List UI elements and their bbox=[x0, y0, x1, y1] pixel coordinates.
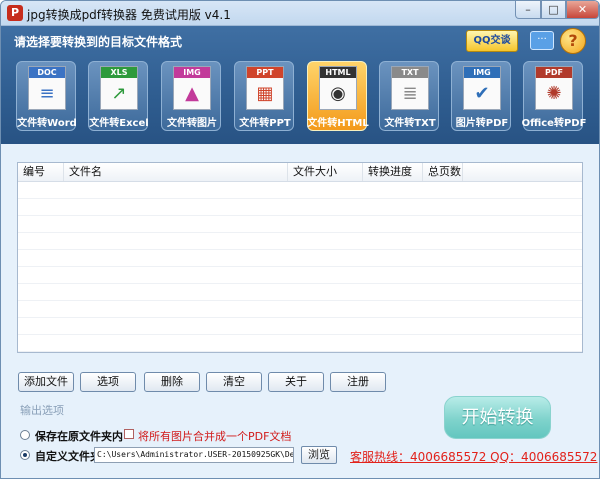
format-document: TXT ≣ bbox=[391, 66, 429, 110]
clear-button[interactable]: 清空 bbox=[206, 372, 262, 392]
table-row-divider bbox=[18, 351, 582, 352]
about-button[interactable]: 关于 bbox=[268, 372, 324, 392]
options-button[interactable]: 选项 bbox=[80, 372, 136, 392]
column-header-index[interactable]: 编号 bbox=[18, 163, 64, 181]
format-tag: TXT bbox=[392, 67, 428, 78]
table-row-divider bbox=[18, 232, 582, 233]
format-label: 文件转Excel bbox=[89, 118, 149, 129]
globe-icon: ◉ bbox=[330, 83, 346, 104]
format-document: PPT ▦ bbox=[246, 66, 284, 110]
merge-pdf-label[interactable]: 将所有图片合并成一个PDF文档 bbox=[138, 428, 291, 444]
ppt-slide-icon: ▦ bbox=[256, 83, 274, 104]
format-button-3[interactable]: PPT ▦ 文件转PPT bbox=[234, 61, 294, 131]
format-button-7[interactable]: PDF ✺ Office转PDF bbox=[522, 61, 586, 131]
file-table[interactable]: 编号 文件名 文件大小 转换进度 总页数 bbox=[17, 162, 583, 353]
format-button-1[interactable]: XLS ↗ 文件转Excel bbox=[88, 61, 149, 131]
output-path-input[interactable]: C:\Users\Administrator.USER-20150925GK\D… bbox=[94, 447, 294, 463]
format-tag: XLS bbox=[101, 67, 137, 78]
excel-chart-icon: ↗ bbox=[111, 83, 127, 104]
format-document: IMG ▲ bbox=[173, 66, 211, 110]
format-label: 文件转Word bbox=[17, 118, 77, 129]
start-convert-button[interactable]: 开始转换 bbox=[444, 396, 551, 439]
pdf-acrobat-icon: ✺ bbox=[546, 83, 562, 104]
format-tag: PDF bbox=[536, 67, 572, 78]
image-check-icon: ✔ bbox=[474, 83, 490, 104]
word-doc-icon: ≡ bbox=[39, 83, 55, 104]
custom-folder-radio[interactable] bbox=[20, 450, 30, 460]
format-button-5[interactable]: TXT ≣ 文件转TXT bbox=[379, 61, 439, 131]
table-row-divider bbox=[18, 334, 582, 335]
browse-button[interactable]: 浏览 bbox=[301, 446, 337, 464]
close-button[interactable]: ✕ bbox=[566, 1, 599, 19]
delete-button[interactable]: 删除 bbox=[144, 372, 200, 392]
table-row-divider bbox=[18, 317, 582, 318]
format-header-panel: 请选择要转换到的目标文件格式 QQ交谈 ··· ? DOC ≡ 文件转Word XLS… bbox=[1, 26, 599, 144]
text-doc-icon: ≣ bbox=[402, 83, 418, 104]
header-title: 请选择要转换到的目标文件格式 bbox=[14, 35, 183, 49]
custom-folder-label[interactable]: 自定义文件夹 bbox=[35, 448, 101, 464]
format-document: DOC ≡ bbox=[28, 66, 66, 110]
minimize-button[interactable]: – bbox=[515, 1, 541, 19]
maximize-button[interactable]: □ bbox=[541, 1, 566, 19]
column-header-filesize[interactable]: 文件大小 bbox=[288, 163, 363, 181]
format-tag: IMG bbox=[174, 67, 210, 78]
format-label: 图片转PDF bbox=[455, 118, 509, 129]
chat-bubble-icon[interactable]: ··· bbox=[530, 31, 554, 50]
format-tag: HTML bbox=[320, 67, 356, 78]
register-button[interactable]: 注册 bbox=[330, 372, 386, 392]
format-document: XLS ↗ bbox=[100, 66, 138, 110]
table-row-divider bbox=[18, 300, 582, 301]
keep-in-source-label[interactable]: 保存在原文件夹内 bbox=[35, 428, 123, 444]
format-button-4[interactable]: HTML ◉ 文件转HTML bbox=[307, 61, 369, 131]
keep-in-source-radio[interactable] bbox=[20, 430, 30, 440]
app-window: P jpg转换成pdf转换器 免费试用版 v4.1 – □ ✕ 请选择要转换到的… bbox=[0, 0, 600, 479]
format-label: 文件转PPT bbox=[239, 118, 291, 129]
column-header-progress[interactable]: 转换进度 bbox=[363, 163, 423, 181]
title-bar: P jpg转换成pdf转换器 免费试用版 v4.1 – □ ✕ bbox=[1, 1, 599, 26]
image-icon: ▲ bbox=[185, 83, 199, 104]
qq-chat-button[interactable]: QQ交谈 bbox=[466, 30, 518, 52]
customer-hotline-link[interactable]: 客服热线：4006685572 QQ：4006685572 bbox=[350, 448, 597, 465]
format-document: PDF ✺ bbox=[535, 66, 573, 110]
table-row-divider bbox=[18, 266, 582, 267]
format-document: HTML ◉ bbox=[319, 66, 357, 110]
column-header-filename[interactable]: 文件名 bbox=[64, 163, 288, 181]
format-label: 文件转TXT bbox=[384, 118, 436, 129]
table-row-divider bbox=[18, 198, 582, 199]
help-question-icon[interactable]: ? bbox=[560, 28, 586, 54]
merge-pdf-checkbox[interactable] bbox=[124, 429, 134, 439]
format-tag: DOC bbox=[29, 67, 65, 78]
window-title: jpg转换成pdf转换器 免费试用版 v4.1 bbox=[27, 8, 231, 22]
format-document: IMG ✔ bbox=[463, 66, 501, 110]
format-tag: PPT bbox=[247, 67, 283, 78]
format-button-0[interactable]: DOC ≡ 文件转Word bbox=[16, 61, 77, 131]
app-pdf-icon: P bbox=[7, 5, 23, 21]
table-row-divider bbox=[18, 283, 582, 284]
format-button-2[interactable]: IMG ▲ 文件转图片 bbox=[161, 61, 221, 131]
format-tag: IMG bbox=[464, 67, 500, 78]
format-label: 文件转图片 bbox=[167, 118, 217, 129]
format-label: 文件转HTML bbox=[307, 118, 369, 129]
format-button-6[interactable]: IMG ✔ 图片转PDF bbox=[451, 61, 511, 131]
table-header: 编号 文件名 文件大小 转换进度 总页数 bbox=[18, 163, 582, 182]
column-header-pages[interactable]: 总页数 bbox=[423, 163, 463, 181]
table-row-divider bbox=[18, 249, 582, 250]
table-row-divider bbox=[18, 215, 582, 216]
format-label: Office转PDF bbox=[521, 118, 587, 129]
output-options-heading: 输出选项 bbox=[20, 404, 64, 417]
add-file-button[interactable]: 添加文件 bbox=[18, 372, 74, 392]
